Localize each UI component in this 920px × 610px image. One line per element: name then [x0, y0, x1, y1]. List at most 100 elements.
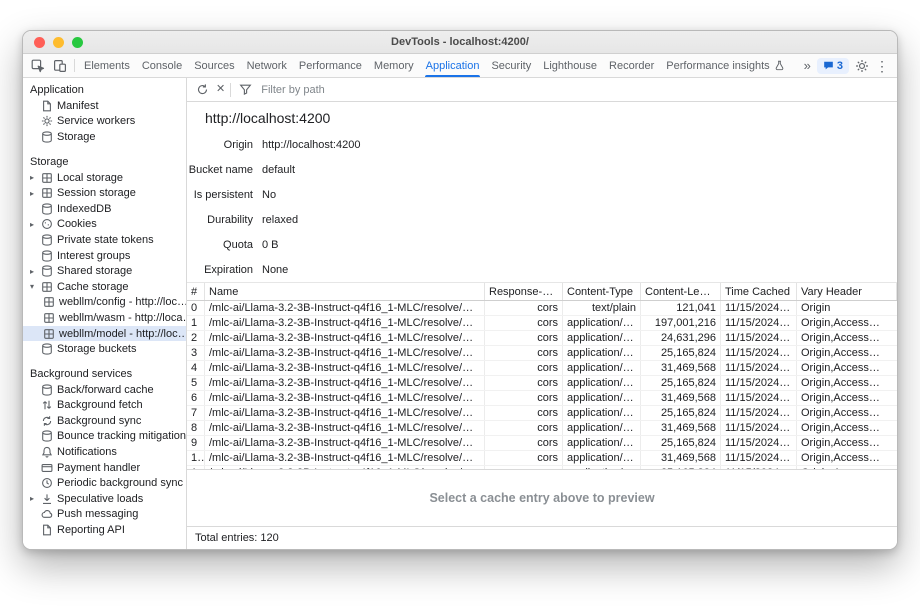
sidebar-item-manifest[interactable]: Manifest [23, 98, 186, 114]
up-down-arrows-icon [40, 399, 53, 412]
meta-row-quota: Quota 0 B [187, 232, 897, 257]
column-header-content-type[interactable]: Content-Type [563, 283, 641, 300]
meta-label: Is persistent [187, 189, 253, 201]
item-label: Back/forward cache [57, 384, 154, 396]
database-icon [40, 383, 53, 396]
tab-label: Performance insights [666, 60, 769, 72]
table-cell: application/oc… [563, 436, 641, 450]
table-row[interactable]: 5 /mlc-ai/Llama-3.2-3B-Instruct-q4f16_1-… [187, 376, 897, 391]
sidebar-item-periodic-background-sync[interactable]: Periodic background sync [23, 475, 186, 491]
tab-recorder[interactable]: Recorder [603, 54, 660, 77]
sidebar-item-storage[interactable]: Storage [23, 129, 186, 145]
database-icon [40, 430, 53, 443]
close-window-button[interactable] [34, 37, 45, 48]
table-row[interactable]: 9 /mlc-ai/Llama-3.2-3B-Instruct-q4f16_1-… [187, 436, 897, 451]
console-messages-badge[interactable]: 3 [817, 58, 849, 74]
clock-icon [40, 477, 53, 490]
sidebar-item-cache-storage[interactable]: ▾ Cache storage [23, 279, 186, 295]
tab-console[interactable]: Console [136, 54, 188, 77]
chevron-collapsed-icon[interactable]: ▸ [30, 189, 40, 198]
minimize-window-button[interactable] [53, 37, 64, 48]
tab-performance[interactable]: Performance [293, 54, 368, 77]
tab-lighthouse[interactable]: Lighthouse [537, 54, 603, 77]
settings-gear-icon[interactable] [855, 59, 869, 73]
tab-label: Performance [299, 60, 362, 72]
table-cell: 24,631,296 [641, 331, 721, 345]
item-label: webllm/wasm - http://loca… [59, 312, 186, 324]
sidebar-item-speculative-loads[interactable]: ▸ Speculative loads [23, 491, 186, 507]
table-icon [42, 327, 55, 340]
sidebar-item-private-state-tokens[interactable]: Private state tokens [23, 232, 186, 248]
column-header-name[interactable]: Name [205, 283, 485, 300]
chevron-expanded-icon[interactable]: ▾ [30, 282, 40, 291]
tab-security[interactable]: Security [485, 54, 537, 77]
column-header-content-length[interactable]: Content-Length [641, 283, 721, 300]
sidebar-item-cache-webllm-wasm[interactable]: webllm/wasm - http://loca… [23, 310, 186, 326]
tab-application[interactable]: Application [420, 54, 486, 77]
sidebar-item-back-forward-cache[interactable]: Back/forward cache [23, 382, 186, 398]
sidebar-item-payment-handler[interactable]: Payment handler [23, 460, 186, 476]
table-row[interactable]: 0 /mlc-ai/Llama-3.2-3B-Instruct-q4f16_1-… [187, 301, 897, 316]
chevron-collapsed-icon[interactable]: ▸ [30, 267, 40, 276]
sidebar-item-cookies[interactable]: ▸ Cookies [23, 217, 186, 233]
sidebar-item-storage-buckets[interactable]: Storage buckets [23, 341, 186, 357]
table-cell: Origin,Access… [797, 331, 897, 345]
tab-network[interactable]: Network [241, 54, 293, 77]
sidebar-item-cache-webllm-config[interactable]: webllm/config - http://loc… [23, 295, 186, 311]
sidebar-item-push-messaging[interactable]: Push messaging [23, 507, 186, 523]
more-tabs-icon[interactable]: » [804, 59, 811, 72]
filter-input[interactable] [259, 83, 479, 97]
column-header-index[interactable]: # [187, 283, 205, 300]
sidebar-item-local-storage[interactable]: ▸ Local storage [23, 170, 186, 186]
chevron-collapsed-icon[interactable]: ▸ [30, 173, 40, 182]
kebab-menu-icon[interactable]: ⋮ [875, 59, 889, 73]
tab-label: Sources [194, 60, 234, 72]
sidebar-item-notifications[interactable]: Notifications [23, 444, 186, 460]
column-header-response-type[interactable]: Response-Type [485, 283, 563, 300]
sidebar-item-indexeddb[interactable]: IndexedDB [23, 201, 186, 217]
table-row[interactable]: 3 /mlc-ai/Llama-3.2-3B-Instruct-q4f16_1-… [187, 346, 897, 361]
sidebar-item-background-fetch[interactable]: Background fetch [23, 398, 186, 414]
tab-elements[interactable]: Elements [78, 54, 136, 77]
column-header-time-cached[interactable]: Time Cached [721, 283, 797, 300]
tab-label: Recorder [609, 60, 654, 72]
sidebar-item-background-sync[interactable]: Background sync [23, 413, 186, 429]
tab-label: Network [247, 60, 287, 72]
table-row[interactable]: 4 /mlc-ai/Llama-3.2-3B-Instruct-q4f16_1-… [187, 361, 897, 376]
item-label: Session storage [57, 187, 136, 199]
table-cell: 11/15/2024, 10… [721, 376, 797, 390]
tab-label: Lighthouse [543, 60, 597, 72]
column-header-vary-header[interactable]: Vary Header [797, 283, 897, 300]
item-label: Bounce tracking mitigations [57, 430, 186, 442]
table-row[interactable]: 2 /mlc-ai/Llama-3.2-3B-Instruct-q4f16_1-… [187, 331, 897, 346]
table-row[interactable]: 8 /mlc-ai/Llama-3.2-3B-Instruct-q4f16_1-… [187, 421, 897, 436]
device-toolbar-icon[interactable] [49, 54, 71, 77]
refresh-icon[interactable] [193, 81, 211, 99]
zoom-window-button[interactable] [72, 37, 83, 48]
sidebar-item-session-storage[interactable]: ▸ Session storage [23, 185, 186, 201]
table-row[interactable]: 7 /mlc-ai/Llama-3.2-3B-Instruct-q4f16_1-… [187, 406, 897, 421]
cache-metadata: Origin http://localhost:4200 Bucket name… [187, 129, 897, 282]
sidebar-item-reporting-api[interactable]: Reporting API [23, 522, 186, 538]
table-row[interactable]: 10 /mlc-ai/Llama-3.2-3B-Instruct-q4f16_1… [187, 451, 897, 466]
chevron-collapsed-icon[interactable]: ▸ [30, 494, 40, 503]
sidebar-item-bounce-tracking-mitigations[interactable]: Bounce tracking mitigations [23, 429, 186, 445]
table-cell: 11/15/2024, 10… [721, 406, 797, 420]
sidebar-item-shared-storage[interactable]: ▸ Shared storage [23, 263, 186, 279]
sidebar-item-interest-groups[interactable]: Interest groups [23, 248, 186, 264]
table-row[interactable]: 6 /mlc-ai/Llama-3.2-3B-Instruct-q4f16_1-… [187, 391, 897, 406]
inspect-element-icon[interactable] [27, 54, 49, 77]
sidebar-item-service-workers[interactable]: Service workers [23, 114, 186, 130]
tab-sources[interactable]: Sources [188, 54, 240, 77]
table-icon [42, 296, 55, 309]
tab-memory[interactable]: Memory [368, 54, 420, 77]
sidebar-item-cache-webllm-model[interactable]: webllm/model - http://loc… [23, 326, 186, 342]
chevron-collapsed-icon[interactable]: ▸ [30, 220, 40, 229]
table-row[interactable]: 1 /mlc-ai/Llama-3.2-3B-Instruct-q4f16_1-… [187, 316, 897, 331]
download-arrow-icon [40, 492, 53, 505]
table-cell: 11/15/2024, 10… [721, 391, 797, 405]
table-cell: 31,469,568 [641, 391, 721, 405]
meta-label: Origin [187, 139, 253, 151]
delete-selected-icon[interactable]: ✕ [216, 84, 225, 95]
tab-performance-insights[interactable]: Performance insights [660, 54, 790, 77]
